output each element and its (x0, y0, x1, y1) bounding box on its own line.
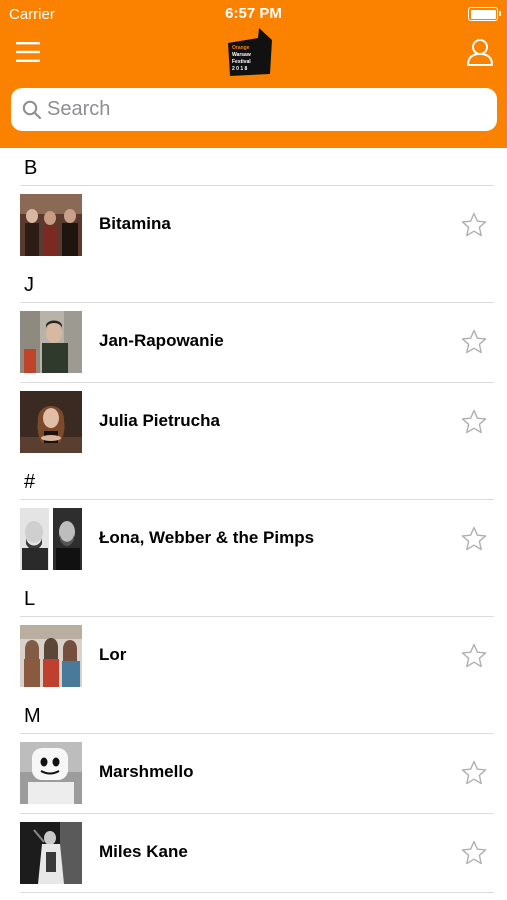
section-header-m: M (0, 696, 507, 733)
logo-line-4: 2 0 1 8 (232, 66, 248, 72)
festival-logo: Orange Warsaw Festival 2 0 1 8 (226, 26, 274, 78)
user-profile-icon[interactable] (465, 37, 495, 67)
artist-list: B Bitamina J Jan-Rapowanie Julia Pietruc… (0, 148, 507, 893)
artist-name: Julia Pietrucha (99, 411, 220, 430)
row-divider (20, 813, 494, 814)
hamburger-menu-icon[interactable] (15, 40, 41, 64)
battery-icon (468, 7, 501, 21)
artist-row-marshmello[interactable]: Marshmello (0, 733, 507, 813)
row-divider (20, 892, 494, 893)
artist-photo (20, 391, 82, 453)
artist-name: Bitamina (99, 214, 171, 233)
row-divider (20, 302, 494, 303)
star-outline-icon[interactable] (461, 329, 487, 355)
artist-row-jan-rapowanie[interactable]: Jan-Rapowanie (0, 302, 507, 382)
section-header-l: L (0, 579, 507, 616)
artist-name: Marshmello (99, 762, 194, 781)
status-bar: Carrier 6:57 PM (0, 0, 507, 28)
search-input[interactable] (47, 88, 487, 131)
row-divider (20, 733, 494, 734)
artist-photo (20, 194, 82, 256)
artist-photo (20, 508, 82, 570)
artist-row-bitamina[interactable]: Bitamina (0, 185, 507, 265)
header-bar: Carrier 6:57 PM Orange Warsaw Festival 2… (0, 0, 507, 148)
section-header-hash: # (0, 462, 507, 499)
artist-photo (20, 822, 82, 884)
star-outline-icon[interactable] (461, 643, 487, 669)
section-letter: J (24, 274, 34, 296)
star-outline-icon[interactable] (461, 409, 487, 435)
artist-name: Lor (99, 645, 127, 664)
section-letter: L (24, 588, 36, 610)
clock: 6:57 PM (225, 5, 282, 22)
logo-line-3: Festival (232, 59, 251, 65)
artist-name: Łona, Webber & the Pimps (99, 528, 315, 547)
artist-photo (20, 311, 82, 373)
artist-row-lona-webber-pimps[interactable]: Łona, Webber & the Pimps (0, 499, 507, 579)
artist-name: Miles Kane (99, 842, 188, 861)
logo-line-2: Warsaw (232, 52, 251, 58)
search-icon (21, 99, 43, 121)
logo-line-1: Orange (232, 45, 250, 51)
row-divider (20, 185, 494, 186)
section-header-j: J (0, 265, 507, 302)
artist-row-lor[interactable]: Lor (0, 616, 507, 696)
row-divider (20, 382, 494, 383)
star-outline-icon[interactable] (461, 840, 487, 866)
section-header-b: B (0, 148, 507, 185)
star-outline-icon[interactable] (461, 212, 487, 238)
artist-row-julia-pietrucha[interactable]: Julia Pietrucha (0, 382, 507, 462)
star-outline-icon[interactable] (461, 526, 487, 552)
search-bar (11, 88, 497, 131)
row-divider (20, 499, 494, 500)
section-letter: B (24, 157, 38, 179)
artist-photo (20, 625, 82, 687)
row-divider (20, 616, 494, 617)
star-outline-icon[interactable] (461, 760, 487, 786)
section-letter: # (24, 471, 36, 493)
artist-photo (20, 742, 82, 804)
artist-name: Jan-Rapowanie (99, 331, 224, 350)
artist-row-miles-kane[interactable]: Miles Kane (0, 813, 507, 893)
section-letter: M (24, 705, 41, 727)
